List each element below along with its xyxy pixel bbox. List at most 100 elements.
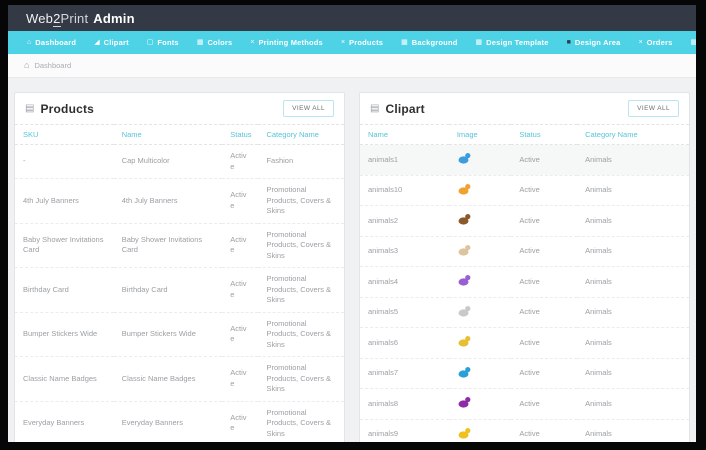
product-name-cell: Bumper Stickers Wide (113, 312, 223, 357)
nav-item-label: Orders (646, 38, 673, 47)
product-status-cell: Active (222, 223, 259, 268)
clipart-status-cell: Active (511, 205, 578, 237)
product-row: Classic Name Badges Classic Name Badges Ac… (15, 356, 344, 402)
clipart-image-cell (448, 266, 512, 298)
clipart-image-cell (448, 144, 512, 176)
column-header-image[interactable]: Image (448, 124, 512, 145)
product-status-cell: Active (222, 178, 259, 224)
logo-part-web: Web (26, 10, 54, 26)
product-status-cell: Active (222, 267, 259, 313)
nav-item-label: Printing Methods (258, 38, 323, 47)
product-category-cell: Promotional Products, Covers & Skins (258, 312, 344, 357)
clipart-panel-header: ▤ Clipart VIEW ALL (360, 93, 689, 124)
nav-item-design-area[interactable]: ■ Design Area (558, 31, 630, 54)
nav-item-label: Fonts (157, 38, 179, 47)
clipart-row: animals3 Active Animals (360, 236, 689, 267)
breadcrumb: ⌂ Dashboard (8, 54, 696, 78)
column-header-category-name[interactable]: Category Name (577, 124, 689, 145)
brown-bear-clipart (458, 214, 471, 225)
products-view-all-button[interactable]: VIEW ALL (283, 100, 334, 117)
product-sku-cell: 4th July Banners (15, 178, 114, 224)
nav-item-design-template[interactable]: ▦ Design Template (467, 31, 558, 54)
product-category-cell: Promotional Products, Covers & Skins (258, 267, 344, 313)
tan-bird-clipart (458, 244, 471, 256)
grid-icon: ▦ (690, 39, 696, 46)
breadcrumb-label[interactable]: Dashboard (34, 61, 71, 70)
clipart-name-cell: animals6 (360, 327, 449, 359)
clipart-row: animals9 Active Animals (360, 419, 689, 442)
products-panel-header: ▤ Products VIEW ALL (15, 93, 344, 124)
clipart-status-cell: Active (511, 236, 578, 267)
nav-item-settings[interactable]: ▦Settings (681, 31, 696, 54)
nav-item-label: Design Template (486, 38, 549, 47)
column-header-name[interactable]: Name (113, 124, 223, 145)
clipart-row: animals2 Active Animals (360, 205, 689, 237)
design-area-icon: ■ (566, 39, 571, 46)
product-category-cell: Promotional Products, Covers & Skins (258, 178, 344, 224)
dashboard-main: ▤ Products VIEW ALL SKU Name Status Categor… (8, 78, 696, 442)
column-header-status[interactable]: Status (222, 124, 259, 145)
product-status-cell: Active (222, 312, 259, 357)
clipart-image-cell (448, 205, 512, 237)
column-header-name[interactable]: Name (360, 124, 449, 145)
clipart-panel-title: Clipart (385, 101, 425, 116)
clipart-row: animals10 Active Animals (360, 175, 689, 206)
home-icon: ⌂ (24, 60, 30, 70)
clipart-status-cell: Active (511, 358, 578, 389)
logo-part-print: Print (60, 10, 89, 26)
white-goat-clipart (458, 305, 471, 317)
app-logo: Web2Print Admin (26, 10, 135, 27)
nav-item-label: Dashboard (35, 38, 77, 47)
clipart-category-cell: Animals (577, 388, 689, 420)
clipart-table: Name Image Status Category Name animals1 Act… (360, 124, 689, 442)
column-header-category-name[interactable]: Category Name (258, 124, 344, 145)
clipart-name-cell: animals8 (360, 388, 449, 420)
clipart-status-cell: Active (511, 144, 578, 176)
nav-item-dashboard[interactable]: ⌂ Dashboard (18, 31, 85, 54)
clipart-name-cell: animals10 (360, 175, 449, 206)
logo-part-admin: Admin (93, 10, 135, 26)
yellow-giraffe-clipart (458, 336, 471, 347)
clipart-view-all-button[interactable]: VIEW ALL (628, 100, 679, 117)
product-category-cell: Promotional Products, Covers & Skins (258, 223, 344, 268)
nav-item-label: Clipart (103, 38, 129, 47)
nav-item-fonts[interactable]: ▢ Fonts (138, 31, 188, 54)
clipart-category-cell: Animals (577, 236, 689, 267)
product-row: Birthday Card Birthday Card Active Promotio… (15, 267, 344, 313)
clipart-row: animals4 Active Animals (360, 266, 689, 298)
nav-item-background[interactable]: ▦ Background (392, 31, 466, 54)
clipart-name-cell: animals1 (360, 144, 449, 176)
column-header-status[interactable]: Status (511, 124, 578, 145)
clipart-status-cell: Active (511, 388, 578, 420)
clipart-status-cell: Active (511, 297, 578, 328)
clipart-category-cell: Animals (577, 266, 689, 298)
x-icon: × (340, 39, 346, 46)
nav-item-printing-methods[interactable]: × Printing Methods (241, 31, 332, 54)
list-icon: ▤ (25, 102, 35, 114)
logo-part-2: 2 (53, 10, 61, 27)
column-header-sku[interactable]: SKU (15, 124, 114, 145)
nav-item-label: Colors (207, 38, 233, 47)
nav-item-orders[interactable]: × Orders (630, 31, 682, 54)
top-header: Web2Print Admin (8, 5, 696, 31)
product-status-cell: Active (222, 401, 259, 442)
gold-chick-clipart (458, 427, 471, 439)
blue-bird-clipart (458, 153, 471, 164)
nav-item-label: Background (411, 38, 458, 47)
grid-icon: ▦ (401, 39, 408, 46)
product-row: - Cap Multicolor Active Fashion (15, 144, 344, 179)
clipart-category-cell: Animals (577, 175, 689, 206)
product-name-cell: Everyday Banners (113, 401, 223, 442)
clipart-row: animals6 Active Animals (360, 327, 689, 359)
nav-item-colors[interactable]: ▦ Colors (188, 31, 242, 54)
clipart-image-cell (448, 327, 512, 359)
clipart-status-cell: Active (511, 175, 578, 206)
product-status-cell: Active (222, 144, 259, 179)
nav-item-products[interactable]: × Products (332, 31, 392, 54)
clipart-row: animals7 Active Animals (360, 358, 689, 389)
product-sku-cell: Bumper Stickers Wide (15, 312, 114, 357)
x-icon: × (250, 39, 255, 46)
main-nav: ⌂ Dashboard ◢ Clipart ▢ Fonts ▦ Colors × Printing… (8, 31, 696, 54)
nav-item-clipart[interactable]: ◢ Clipart (85, 31, 138, 54)
list-icon: ▤ (370, 102, 380, 114)
